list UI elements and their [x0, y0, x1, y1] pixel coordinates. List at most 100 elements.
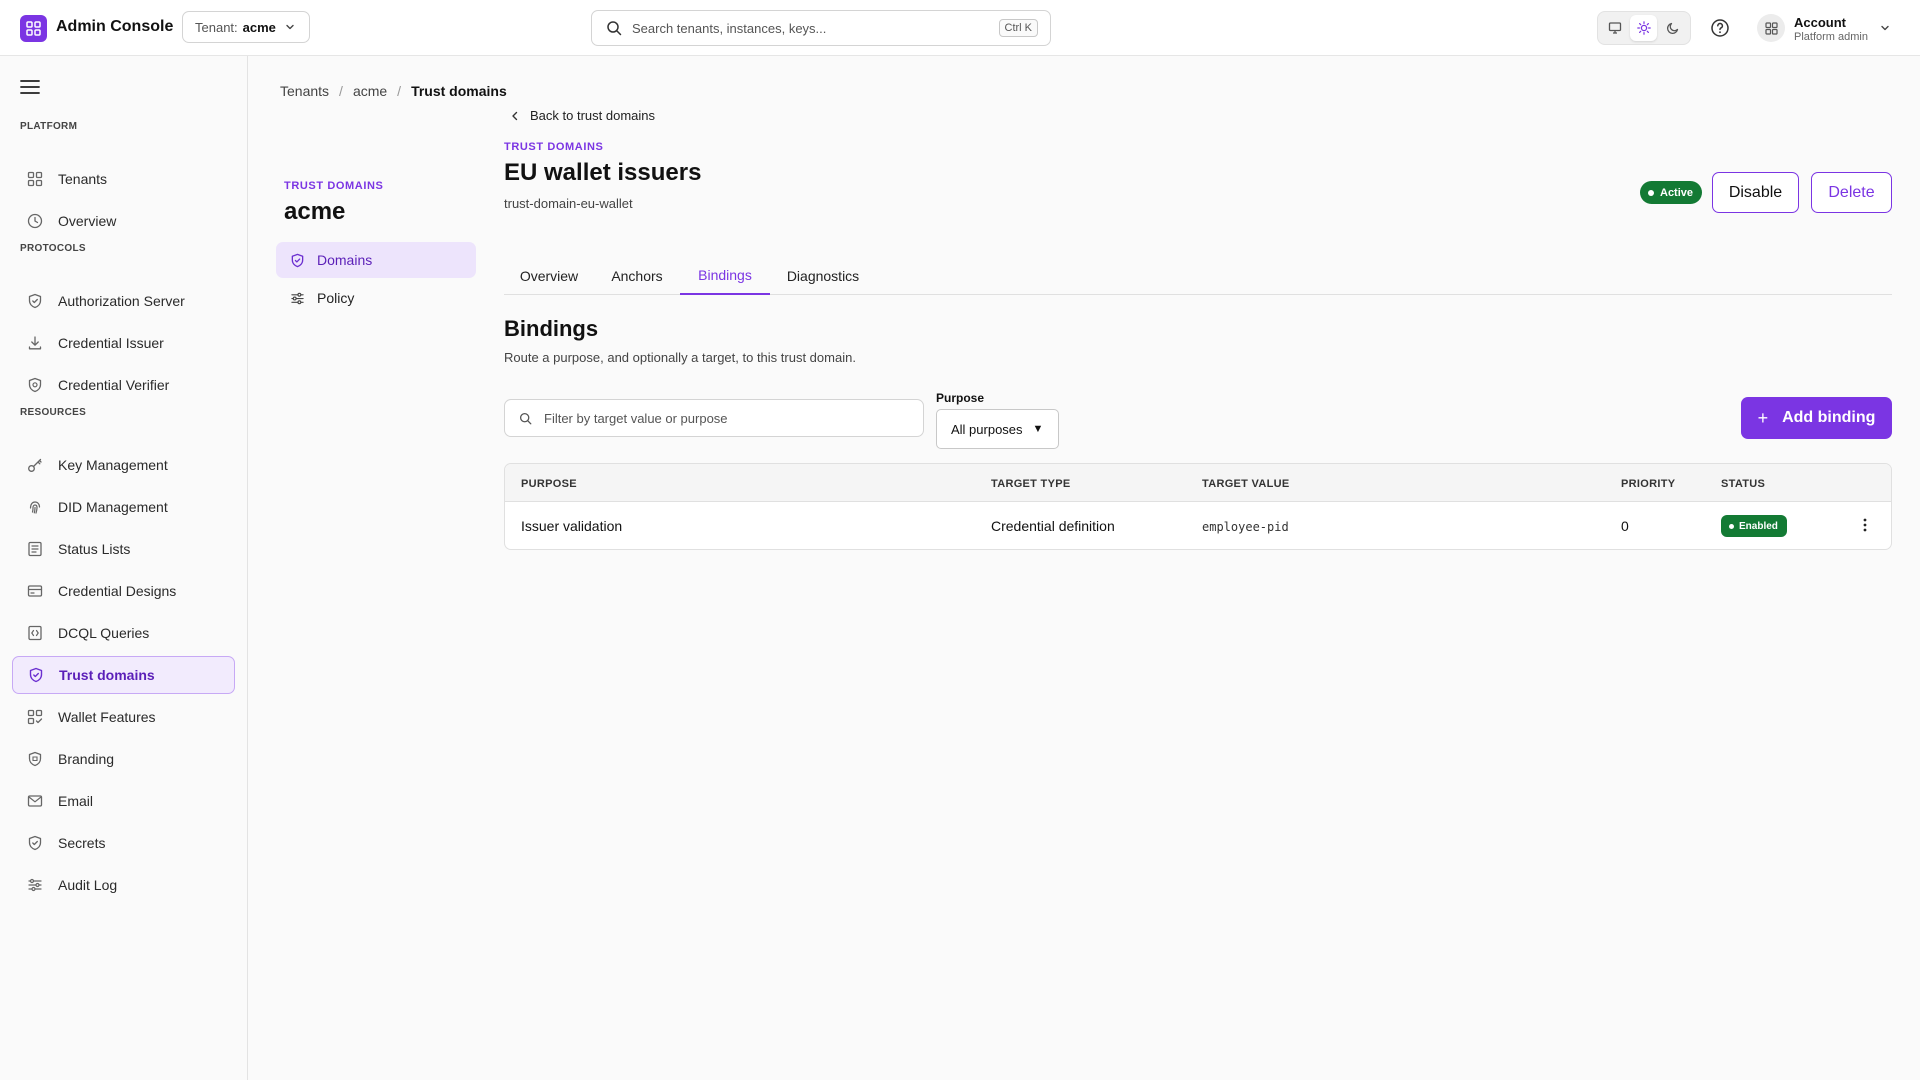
shield-check-icon	[26, 376, 44, 394]
filter-placeholder: Filter by target value or purpose	[544, 410, 728, 426]
grid-check-icon	[26, 708, 44, 726]
shield-icon	[26, 292, 44, 310]
tenant-value: acme	[242, 19, 276, 35]
sun-icon[interactable]	[1630, 15, 1658, 41]
cell-purpose: Issuer validation	[521, 518, 623, 534]
theme-switcher	[1597, 11, 1691, 45]
status-dot	[1648, 189, 1654, 196]
account-name[interactable]: Account	[1794, 15, 1846, 30]
sidebar-item-email[interactable]: Email	[12, 782, 235, 820]
menu-icon[interactable]	[20, 79, 40, 95]
status-badge: Enabled	[1721, 515, 1787, 537]
sidebar-section-platform: PLATFORM	[20, 121, 78, 132]
tab-diagnostics[interactable]: Diagnostics	[770, 256, 876, 295]
filter-input[interactable]: Filter by target value or purpose	[504, 399, 924, 437]
sidebar-item-label: Overview	[58, 213, 117, 229]
subnav-eyebrow: TRUST DOMAINS	[284, 180, 384, 192]
cell-target-value: employee-pid	[1202, 520, 1289, 534]
shield-check-icon	[27, 666, 45, 684]
tab-anchors[interactable]: Anchors	[594, 256, 680, 295]
tab-overview[interactable]: Overview	[504, 256, 594, 295]
app-title: Admin Console	[56, 18, 174, 35]
subnav-item-label: Policy	[317, 290, 355, 306]
page-slug: trust-domain-eu-wallet	[504, 196, 633, 211]
sidebar-item-tenants[interactable]: Tenants	[12, 160, 235, 198]
sidebar-item-wallet-features[interactable]: Wallet Features	[12, 698, 235, 736]
chevron-down-icon[interactable]	[1879, 22, 1891, 34]
sidebar-item-label: Wallet Features	[58, 709, 156, 725]
add-binding-label: Add binding	[1782, 409, 1876, 426]
mail-icon	[26, 792, 44, 810]
tenant-selector[interactable]: Tenant: acme	[182, 11, 310, 43]
add-binding-button[interactable]: + Add binding	[1741, 397, 1892, 439]
sidebar-item-credential-designs[interactable]: Credential Designs	[12, 572, 235, 610]
sidebar-item-credential-issuer[interactable]: Credential Issuer	[12, 324, 235, 362]
sidebar-item-dcql-queries[interactable]: DCQL Queries	[12, 614, 235, 652]
sidebar-item-did-management[interactable]: DID Management	[12, 488, 235, 526]
sidebar-item-trust-domains[interactable]: Trust domains	[12, 656, 235, 694]
page-eyebrow: TRUST DOMAINS	[504, 141, 604, 153]
cell-priority: 0	[1621, 518, 1629, 534]
sidebar-item-branding[interactable]: Branding	[12, 740, 235, 778]
purpose-label: Purpose	[936, 391, 985, 405]
card-icon	[26, 582, 44, 600]
chevron-down-icon	[285, 22, 295, 32]
list-icon	[26, 540, 44, 558]
help-icon[interactable]	[1710, 18, 1730, 38]
sidebar-item-label: Credential Designs	[58, 583, 177, 599]
sidebar-item-credential-verifier[interactable]: Credential Verifier	[12, 366, 235, 404]
disable-button[interactable]: Disable	[1712, 172, 1799, 213]
sidebar-item-status-lists[interactable]: Status Lists	[12, 530, 235, 568]
breadcrumb-current: Trust domains	[411, 83, 507, 99]
sidebar-item-overview[interactable]: Overview	[12, 202, 235, 240]
search-icon	[519, 412, 532, 425]
tab-bindings[interactable]: Bindings	[680, 256, 770, 295]
breadcrumb-tenants[interactable]: Tenants	[280, 83, 329, 99]
sidebar-item-audit-log[interactable]: Audit Log	[12, 866, 235, 904]
moon-icon[interactable]	[1659, 15, 1686, 41]
section-description: Route a purpose, and optionally a target…	[504, 350, 856, 365]
global-search-input[interactable]: Search tenants, instances, keys... Ctrl …	[591, 10, 1051, 46]
fingerprint-icon	[26, 498, 44, 516]
sidebar-item-label: Email	[58, 793, 94, 809]
sidebar-item-label: DCQL Queries	[58, 625, 150, 641]
breadcrumb: Tenants / acme / Trust domains	[280, 83, 507, 99]
chevron-left-icon	[512, 111, 518, 120]
shield-check-icon	[289, 252, 305, 268]
sidebar: PLATFORM Tenants Overview PROTOCOLS Auth…	[0, 56, 248, 1080]
app-logo-icon[interactable]	[20, 15, 47, 42]
top-bar: Admin Console Tenant: acme Search tenant…	[0, 0, 1920, 56]
back-link[interactable]: Back to trust domains	[510, 108, 655, 123]
page-title: EU wallet issuers	[504, 159, 702, 186]
column-header-status: STATUS	[1721, 478, 1766, 490]
sidebar-section-protocols: PROTOCOLS	[20, 243, 86, 254]
avatar[interactable]	[1757, 14, 1785, 42]
delete-button[interactable]: Delete	[1811, 172, 1892, 213]
tenant-label: Tenant:	[195, 19, 238, 35]
breadcrumb-separator: /	[339, 83, 343, 99]
table-row[interactable]: Issuer validation Credential definition …	[505, 502, 1891, 549]
more-vertical-icon[interactable]	[1863, 517, 1867, 533]
breadcrumb-acme[interactable]: acme	[353, 83, 387, 99]
sidebar-item-key-management[interactable]: Key Management	[12, 446, 235, 484]
sliders-icon	[26, 876, 44, 894]
sidebar-item-label: Tenants	[58, 171, 108, 187]
caret-down-icon: ▼	[1032, 423, 1044, 435]
subnav-title: acme	[284, 198, 346, 225]
sidebar-item-label: Audit Log	[58, 877, 118, 893]
status-badge-label: Active	[1660, 186, 1694, 199]
subnav-item-policy[interactable]: Policy	[276, 280, 476, 316]
purpose-select[interactable]: All purposes ▼	[936, 409, 1059, 449]
query-icon	[26, 624, 44, 642]
tab-bar: Overview Anchors Bindings Diagnostics	[504, 256, 1892, 295]
monitor-icon[interactable]	[1602, 15, 1629, 41]
subnav-item-label: Domains	[317, 252, 373, 268]
grid-icon	[26, 170, 44, 188]
section-title: Bindings	[504, 316, 599, 341]
status-dot	[1729, 523, 1734, 529]
sidebar-item-authorization-server[interactable]: Authorization Server	[12, 282, 235, 320]
subnav-item-domains[interactable]: Domains	[276, 242, 476, 278]
sidebar-item-label: Credential Verifier	[58, 377, 170, 393]
back-link-label: Back to trust domains	[530, 108, 655, 123]
sidebar-item-secrets[interactable]: Secrets	[12, 824, 235, 862]
